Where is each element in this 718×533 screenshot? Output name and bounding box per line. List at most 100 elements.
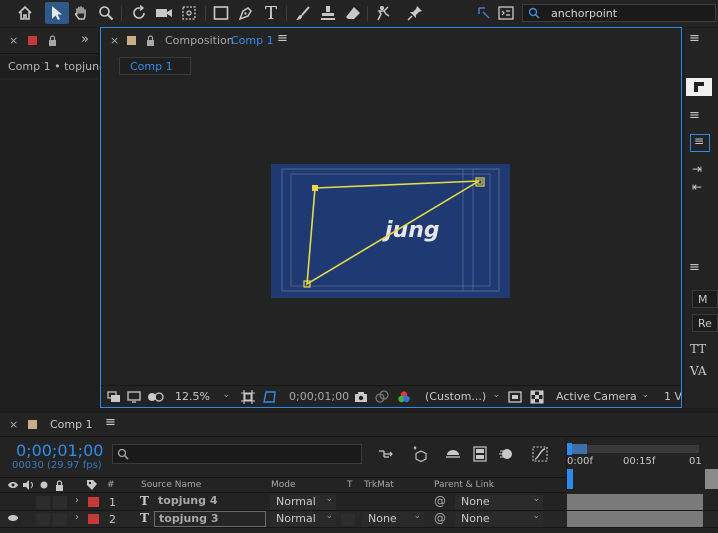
project-tab[interactable]: Comp 1 • topjung	[0, 56, 106, 78]
transparency-grid-icon[interactable]	[528, 388, 546, 406]
pen-tool-icon[interactable]	[235, 3, 257, 23]
panel-menu-icon[interactable]: ≡	[689, 31, 700, 46]
puppet-pin-tool-icon[interactable]	[404, 3, 426, 23]
header-parent-link[interactable]: Parent & Link	[434, 480, 494, 490]
header-source-name[interactable]: Source Name	[141, 480, 201, 490]
comp-subtab[interactable]: Comp 1	[119, 57, 191, 75]
always-preview-icon[interactable]	[105, 388, 123, 406]
align-panel-button[interactable]: ≡	[690, 134, 710, 152]
snapshot-camera-icon[interactable]	[352, 388, 370, 406]
clone-stamp-tool-icon[interactable]	[317, 3, 339, 23]
pan-behind-tool-icon[interactable]	[178, 3, 200, 23]
eye-icon[interactable]	[8, 515, 18, 521]
close-icon[interactable]: ×	[110, 34, 119, 47]
time-ruler[interactable]: 0:00f 00:15f 01	[566, 439, 718, 489]
layer-label-color[interactable]	[88, 497, 99, 507]
magnification-dropdown[interactable]: 12.5% ⌄	[171, 389, 233, 405]
graph-editor-icon[interactable]	[530, 445, 550, 463]
close-icon[interactable]: ×	[9, 34, 18, 47]
rectangle-tool-icon[interactable]	[210, 3, 232, 23]
frame-blending-icon[interactable]	[470, 445, 490, 463]
camera-view-dropdown[interactable]: Active Camera ⌄	[552, 389, 652, 405]
lock-icon[interactable]	[144, 33, 156, 47]
channel-rgb-icon[interactable]	[395, 388, 413, 406]
help-search-input[interactable]: anchorpoint	[522, 4, 716, 22]
layer-name[interactable]: topjung 3	[154, 511, 266, 527]
comp-canvas[interactable]: jung	[101, 80, 681, 383]
panel-menu-icon[interactable]: ≡	[689, 260, 700, 275]
layer-row[interactable]: › 1 Ttopjung 4 Normal ⌄ @ None ⌄	[0, 494, 718, 511]
switch-box[interactable]	[53, 496, 67, 509]
header-trkmat[interactable]: TrkMat	[364, 480, 394, 490]
pickwhip-icon[interactable]: @	[434, 494, 446, 508]
rotate-tool-icon[interactable]	[128, 3, 150, 23]
zoom-tool-icon[interactable]	[95, 3, 117, 23]
mode-dropdown[interactable]: Normal ⌄	[270, 494, 336, 510]
switch-box[interactable]	[53, 513, 67, 526]
solo-icon[interactable]	[38, 479, 50, 491]
workspace-expand-icon[interactable]	[496, 4, 516, 22]
parent-dropdown[interactable]: None ⌄	[455, 511, 543, 527]
timeline-tab-label[interactable]: Comp 1	[50, 418, 93, 431]
mode-dropdown[interactable]: Normal ⌄	[270, 511, 336, 527]
info-panel-button[interactable]	[686, 78, 712, 96]
playhead[interactable]	[567, 469, 573, 489]
home-icon[interactable]	[14, 3, 36, 23]
mask-visibility-icon[interactable]	[145, 388, 167, 406]
trkmat-dropdown[interactable]: None ⌄	[362, 511, 424, 527]
chevron-right-icon[interactable]: ›	[75, 512, 79, 523]
current-time-display[interactable]: 0;00;01;00	[289, 390, 349, 403]
close-icon[interactable]: ×	[9, 418, 18, 431]
text-kerning-icon[interactable]: VA	[690, 364, 707, 378]
monitor-icon[interactable]	[125, 388, 143, 406]
lock-icon[interactable]	[53, 479, 65, 491]
comp-viewer[interactable]: jung	[101, 80, 681, 383]
layer-duration-bar[interactable]	[567, 511, 703, 527]
camera-tool-icon[interactable]	[153, 3, 175, 23]
layer-duration-bar[interactable]	[567, 494, 703, 510]
comp-tab-name[interactable]: Comp 1	[231, 34, 274, 47]
comp-tab-prefix[interactable]: Composition	[165, 34, 234, 47]
expand-panels-icon[interactable]: »	[81, 32, 89, 47]
switch-box[interactable]	[36, 513, 50, 526]
layer-label-color[interactable]	[88, 514, 99, 524]
brush-tool-icon[interactable]	[292, 3, 314, 23]
text-tracking-icon[interactable]: TT	[690, 342, 706, 356]
selection-tool-icon[interactable]	[45, 2, 69, 24]
lock-icon[interactable]	[46, 33, 58, 47]
hand-tool-icon[interactable]	[70, 3, 92, 23]
work-area-start-handle[interactable]	[567, 443, 572, 455]
panel-menu-icon[interactable]: ≡	[277, 31, 288, 46]
panel-menu-icon[interactable]: ≡	[105, 415, 116, 430]
character-panel-button-re[interactable]: Re	[692, 314, 718, 332]
layer-row[interactable]: › 2 Ttopjung 3 Normal ⌄ None ⌄ @ None ⌄	[0, 511, 718, 528]
motion-blur-icon[interactable]	[496, 445, 516, 463]
view-layout-dropdown[interactable]: 1 V	[660, 389, 681, 405]
draft-3d-icon[interactable]	[410, 445, 430, 463]
parent-dropdown[interactable]: None ⌄	[455, 494, 543, 510]
grid-guide-icon[interactable]	[239, 388, 257, 406]
pickwhip-icon[interactable]: @	[434, 511, 446, 525]
comp-flowchart-icon[interactable]	[376, 445, 396, 463]
eraser-tool-icon[interactable]	[342, 3, 364, 23]
layer-name[interactable]: topjung 4	[154, 494, 266, 510]
audio-icon[interactable]	[22, 479, 34, 491]
eye-icon[interactable]	[7, 479, 19, 491]
layer-search-input[interactable]	[112, 444, 362, 464]
label-tag-icon[interactable]	[86, 479, 98, 491]
resolution-dropdown[interactable]: (Custom...) ⌄	[421, 389, 503, 405]
character-panel-button-m[interactable]: M	[692, 290, 718, 308]
mask-path-toggle-icon[interactable]	[261, 388, 279, 406]
panel-menu-icon[interactable]: ≡	[689, 108, 700, 123]
indent-icon[interactable]: ⇥	[692, 162, 702, 176]
current-timecode[interactable]: 0;00;01;00	[16, 441, 103, 460]
show-snapshot-icon[interactable]	[373, 388, 391, 406]
work-area-bar[interactable]	[569, 445, 699, 453]
region-of-interest-icon[interactable]	[506, 388, 524, 406]
roto-brush-tool-icon[interactable]	[373, 3, 395, 23]
type-tool-icon[interactable]: T	[260, 3, 282, 24]
preserve-transparency-box[interactable]	[341, 513, 355, 526]
chevron-right-icon[interactable]: ›	[75, 495, 79, 506]
header-mode[interactable]: Mode	[271, 480, 296, 490]
outdent-icon[interactable]: ⇤	[692, 180, 702, 194]
